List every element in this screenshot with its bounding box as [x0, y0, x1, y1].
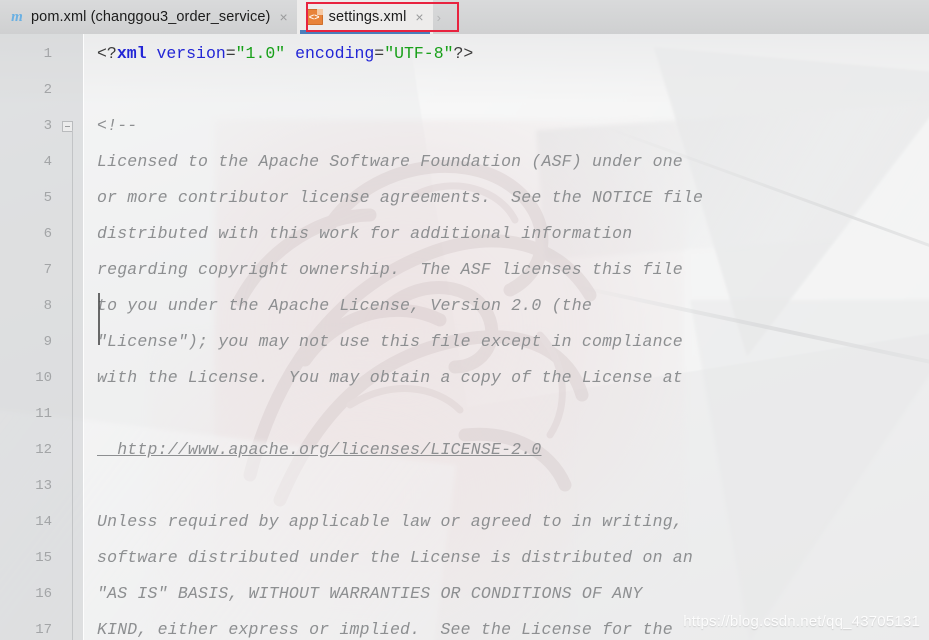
comment-text: Unless required by applicable law or agr…: [97, 512, 683, 531]
line-number: 11: [35, 406, 52, 422]
close-icon[interactable]: ×: [278, 10, 288, 24]
comment-line: regarding copyright ownership. The ASF l…: [83, 252, 929, 288]
comment-text: "License"); you may not use this file ex…: [97, 332, 683, 351]
line-number: 5: [43, 190, 52, 206]
comment-line: or more contributor license agreements. …: [83, 180, 929, 216]
comment-text: KIND, either express or implied. See the…: [97, 620, 673, 639]
code-line[interactable]: 13: [0, 468, 929, 504]
tab-scroll-right-icon[interactable]: ›: [433, 0, 445, 34]
comment-line: to you under the Apache License, Version…: [83, 288, 929, 324]
maven-icon: m: [11, 9, 23, 25]
line-number: 10: [35, 370, 52, 386]
line-number: 12: [35, 442, 52, 458]
comment-text: with the License. You may obtain a copy …: [97, 368, 683, 387]
tab-label: pom.xml (changgou3_order_service): [31, 9, 271, 25]
comment-text: regarding copyright ownership. The ASF l…: [97, 260, 683, 279]
text-caret: [98, 293, 100, 345]
comment-line: Licensed to the Apache Software Foundati…: [83, 144, 929, 180]
code-line[interactable]: 12 http://www.apache.org/licenses/LICENS…: [0, 432, 929, 468]
comment-line: <!--: [83, 108, 929, 144]
code-line[interactable]: 8 to you under the Apache License, Versio…: [0, 288, 929, 324]
xml-file-icon: [305, 9, 323, 25]
ide-window: 1 <?xml version="1.0" encoding="UTF-8"?> 2…: [0, 0, 929, 640]
code-line[interactable]: 3 <!--: [0, 108, 929, 144]
license-url-link[interactable]: http://www.apache.org/licenses/LICENSE-2…: [97, 440, 541, 459]
tab-label: settings.xml: [328, 9, 407, 25]
editor-tab-bar[interactable]: m pom.xml (changgou3_order_service) × se…: [0, 0, 929, 34]
code-editor[interactable]: 1 <?xml version="1.0" encoding="UTF-8"?> 2…: [0, 34, 929, 640]
comment-line: "AS IS" BASIS, WITHOUT WARRANTIES OR CON…: [83, 576, 929, 612]
token-eq: =: [225, 44, 236, 63]
line-number: 4: [43, 154, 52, 170]
token-eq: =: [374, 44, 385, 63]
token-attr: version: [156, 44, 226, 63]
code-line[interactable]: 16 "AS IS" BASIS, WITHOUT WARRANTIES OR C…: [0, 576, 929, 612]
xml-declaration: <?xml version="1.0" encoding="UTF-8"?>: [83, 36, 929, 72]
code-line[interactable]: 7 regarding copyright ownership. The ASF …: [0, 252, 929, 288]
code-line[interactable]: 6 distributed with this work for addition…: [0, 216, 929, 252]
code-line[interactable]: 15 software distributed under the License…: [0, 540, 929, 576]
license-url: http://www.apache.org/licenses/LICENSE-2…: [83, 432, 929, 468]
active-tab-indicator: [299, 30, 430, 34]
token-punct: <?: [97, 44, 117, 63]
comment-text: <!--: [97, 116, 138, 135]
line-number: 15: [35, 550, 52, 566]
comment-text: "AS IS" BASIS, WITHOUT WARRANTIES OR CON…: [97, 584, 643, 603]
line-number: 2: [43, 82, 52, 98]
line-number: 9: [43, 334, 52, 350]
tab-pom-xml[interactable]: m pom.xml (changgou3_order_service) ×: [0, 0, 297, 34]
token-value: "UTF-8": [384, 44, 454, 63]
line-number: 8: [43, 298, 52, 314]
comment-text: or more contributor license agreements. …: [97, 188, 704, 207]
fold-region-stem: [72, 130, 73, 640]
line-number: 1: [43, 46, 52, 62]
line-number: 3: [43, 118, 52, 134]
comment-line: Unless required by applicable law or agr…: [83, 504, 929, 540]
line-number: 6: [43, 226, 52, 242]
line-number: 16: [35, 586, 52, 602]
csdn-watermark: https://blog.csdn.net/qq_43705131: [683, 613, 920, 630]
token-value: "1.0": [235, 44, 286, 63]
code-line[interactable]: 1 <?xml version="1.0" encoding="UTF-8"?>: [0, 36, 929, 72]
tab-settings-xml[interactable]: settings.xml ×: [296, 0, 433, 34]
comment-text: Licensed to the Apache Software Foundati…: [97, 152, 683, 171]
line-number: 14: [35, 514, 52, 530]
comment-line: software distributed under the License i…: [83, 540, 929, 576]
code-line[interactable]: 5 or more contributor license agreements.…: [0, 180, 929, 216]
code-line[interactable]: 9 "License"); you may not use this file e…: [0, 324, 929, 360]
code-line[interactable]: 10 with the License. You may obtain a cop…: [0, 360, 929, 396]
comment-text: distributed with this work for additiona…: [97, 224, 633, 243]
comment-text: software distributed under the License i…: [97, 548, 693, 567]
line-number: 7: [43, 262, 52, 278]
code-text-area[interactable]: 1 <?xml version="1.0" encoding="UTF-8"?> 2…: [0, 34, 929, 640]
token-tag: xml: [116, 44, 147, 63]
comment-line: "License"); you may not use this file ex…: [83, 324, 929, 360]
line-number: 17: [35, 622, 52, 638]
code-line[interactable]: 11: [0, 396, 929, 432]
comment-line: with the License. You may obtain a copy …: [83, 360, 929, 396]
code-line[interactable]: 2: [0, 72, 929, 108]
line-number: 13: [35, 478, 52, 494]
code-line[interactable]: 14 Unless required by applicable law or a…: [0, 504, 929, 540]
token-punct: ?>: [453, 44, 474, 63]
fold-collapse-icon[interactable]: [52, 120, 83, 132]
comment-line: distributed with this work for additiona…: [83, 216, 929, 252]
code-line[interactable]: 4 Licensed to the Apache Software Foundat…: [0, 144, 929, 180]
token-attr: encoding: [295, 44, 375, 63]
close-icon[interactable]: ×: [414, 10, 424, 24]
comment-text: to you under the Apache License, Version…: [97, 296, 592, 315]
